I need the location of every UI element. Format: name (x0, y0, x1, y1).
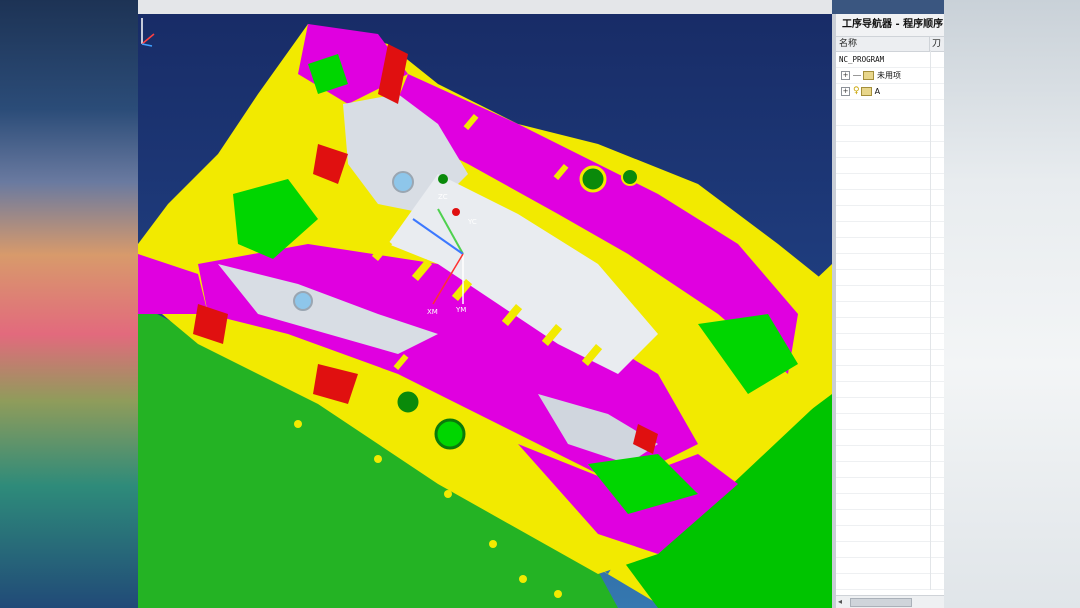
expand-icon[interactable]: + (841, 87, 850, 96)
hole-1 (579, 165, 607, 193)
column-tool-header[interactable]: 刀 (930, 37, 944, 51)
folder-icon (863, 71, 874, 80)
tree-row-unused[interactable]: + 未用项 (836, 68, 944, 84)
scroll-left-icon[interactable]: ◂ (838, 597, 842, 606)
expand-icon[interactable]: + (841, 71, 850, 80)
navigator-title: 工序导航器 - 程序顺序 (836, 14, 944, 36)
tree-row-label: A (874, 87, 881, 96)
cad-viewport[interactable]: YC ZC XM YM (138, 14, 832, 608)
tree-row-a[interactable]: + ♀ A (836, 84, 944, 100)
axis-label-yc: YC (467, 218, 477, 226)
navigator-tree: NC_PROGRAM + 未用项 + ♀ A (836, 52, 944, 100)
tree-row-label: 未用项 (877, 71, 901, 80)
hole-4 (434, 418, 466, 450)
blurred-background-right (944, 0, 1080, 608)
gate-2 (293, 291, 313, 311)
axis-label-ym: YM (455, 306, 466, 314)
title-bar (138, 0, 832, 15)
blurred-background-left (0, 0, 138, 608)
empty-rows (836, 110, 944, 590)
hole-3 (394, 388, 422, 416)
view-triad-icon (141, 18, 155, 47)
axis-label-xm: XM (427, 308, 438, 316)
tree-row-label: NC_PROGRAM (839, 55, 885, 64)
scrollbar-thumb[interactable] (850, 598, 912, 607)
folder-icon (860, 87, 872, 96)
column-name-header[interactable]: 名称 (836, 37, 930, 51)
axis-label-zc: ZC (438, 193, 448, 201)
horizontal-scrollbar[interactable]: ◂ (836, 595, 944, 608)
operation-navigator[interactable]: 工序导航器 - 程序顺序 名称 刀 NC_PROGRAM + 未用项 + ♀ A… (832, 14, 944, 608)
hole-2 (621, 168, 639, 186)
tree-connector (853, 75, 861, 76)
mold-model: YC ZC XM YM (138, 24, 832, 608)
gate-1 (392, 171, 414, 193)
key-icon: ♀ (853, 86, 860, 96)
navigator-column-header: 名称 刀 (836, 36, 944, 52)
column-divider (930, 50, 931, 590)
tree-row-nc-program[interactable]: NC_PROGRAM (836, 52, 944, 68)
